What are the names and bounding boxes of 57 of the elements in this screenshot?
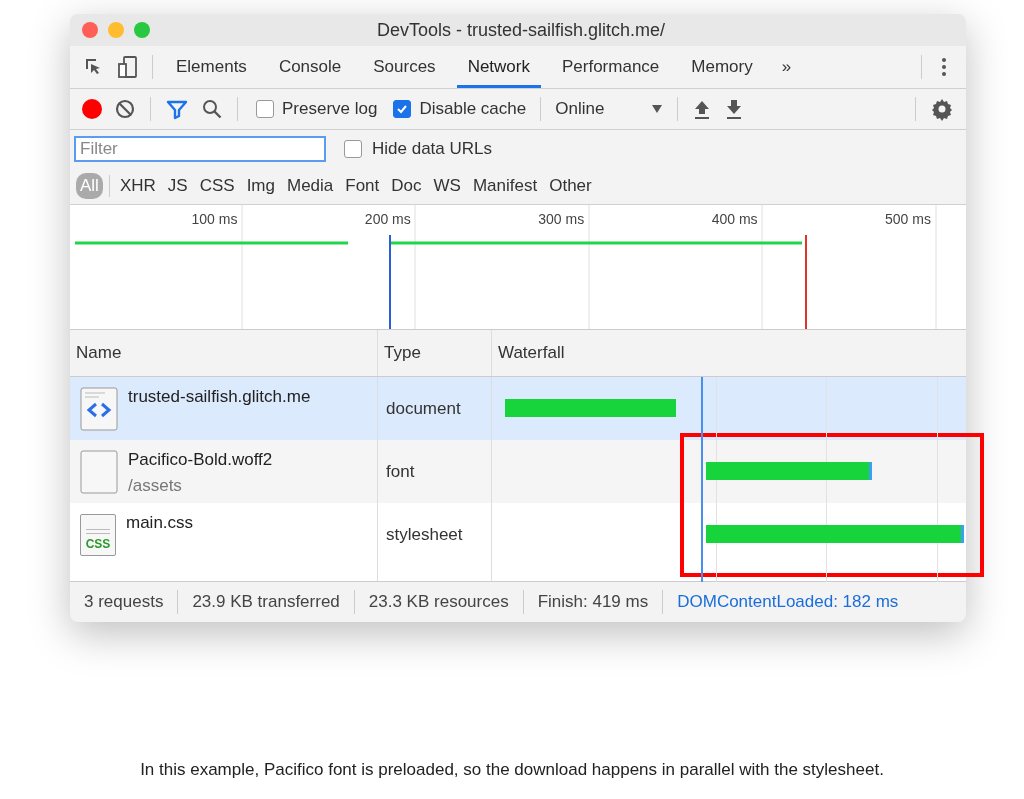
request-row[interactable]: CSS main.css stylesheet [70, 503, 966, 566]
window-title: DevTools - trusted-sailfish.glitch.me/ [376, 19, 666, 41]
throttling-dropdown[interactable]: Online [555, 99, 640, 119]
filter-field[interactable]: Filter [74, 136, 326, 162]
time-tick-label: 100 ms [190, 210, 239, 227]
record-button[interactable] [82, 99, 102, 119]
blank-file-icon [80, 449, 118, 494]
checkbox[interactable] [256, 100, 274, 118]
panel-tab[interactable]: Sources [362, 46, 447, 88]
type-filter-button[interactable]: Manifest [468, 173, 542, 199]
type-filter-button[interactable]: Media [282, 173, 338, 199]
summary-text: 23.9 KB transferred [192, 592, 340, 612]
panel-tab[interactable]: Network [456, 46, 541, 88]
caption-text: In this example, Pacifico font is preloaded, so the download happens in parallel with the stylesheet. [139, 760, 885, 780]
column-header[interactable]: Waterfall [492, 330, 966, 376]
file-name: Pacifico-Bold.woff2 [128, 450, 273, 470]
dom-content-loaded-text: DOMContentLoaded: 182 ms [677, 592, 899, 612]
document-file-icon [80, 386, 118, 431]
type-filter-button[interactable]: Doc [387, 173, 426, 199]
request-row[interactable]: Pacifico-Bold.woff2 /assets font [70, 440, 966, 503]
checkbox[interactable] [344, 140, 362, 158]
checkbox-label: Preserve log [282, 99, 378, 119]
device-toolbar-icon[interactable] [116, 55, 140, 79]
type-filter-button[interactable]: WS [429, 173, 465, 199]
checkbox-label: Disable cache [419, 99, 527, 119]
file-path: /assets [128, 476, 183, 496]
summary-text: Finish: 419 ms [537, 592, 649, 612]
clear-icon[interactable] [114, 98, 136, 120]
column-header[interactable]: Type [378, 330, 492, 376]
time-tick-label: 400 ms [710, 210, 759, 227]
checkbox[interactable] [393, 100, 412, 118]
type-filter-button[interactable]: CSS [195, 173, 239, 199]
panel-tab[interactable]: Elements [165, 46, 258, 88]
type-filter-button[interactable]: Other [545, 173, 596, 199]
type-filter-button[interactable]: JS [163, 173, 192, 199]
time-tick-label: 500 ms [884, 210, 932, 227]
checkbox-label: Hide data URLs [372, 139, 492, 159]
column-header[interactable]: Name [70, 330, 378, 376]
type-filter-button[interactable]: Font [341, 173, 384, 199]
file-name: trusted-sailfish.glitch.me [128, 387, 311, 407]
dropdown-caret-icon[interactable] [651, 104, 664, 114]
search-icon[interactable] [201, 98, 223, 120]
panel-tab[interactable]: Memory [680, 46, 764, 88]
panel-tab[interactable]: Performance [551, 46, 671, 88]
settings-icon[interactable] [930, 97, 954, 121]
type-filter-button[interactable]: Img [242, 173, 279, 199]
panel-tab[interactable]: Console [267, 46, 353, 88]
file-name: main.css [126, 513, 194, 533]
time-tick-label: 200 ms [363, 210, 412, 227]
time-tick-label: 300 ms [537, 210, 586, 227]
request-row[interactable]: trusted-sailfish.glitch.me document [70, 377, 966, 440]
summary-text: 23.3 KB resources [368, 592, 509, 612]
stylesheet-file-icon: CSS [80, 513, 116, 556]
more-tabs-button[interactable]: » [773, 46, 800, 88]
summary-text: 3 requests [84, 592, 164, 612]
filter-icon[interactable] [165, 98, 189, 120]
type-filter-button[interactable]: XHR [115, 173, 160, 199]
